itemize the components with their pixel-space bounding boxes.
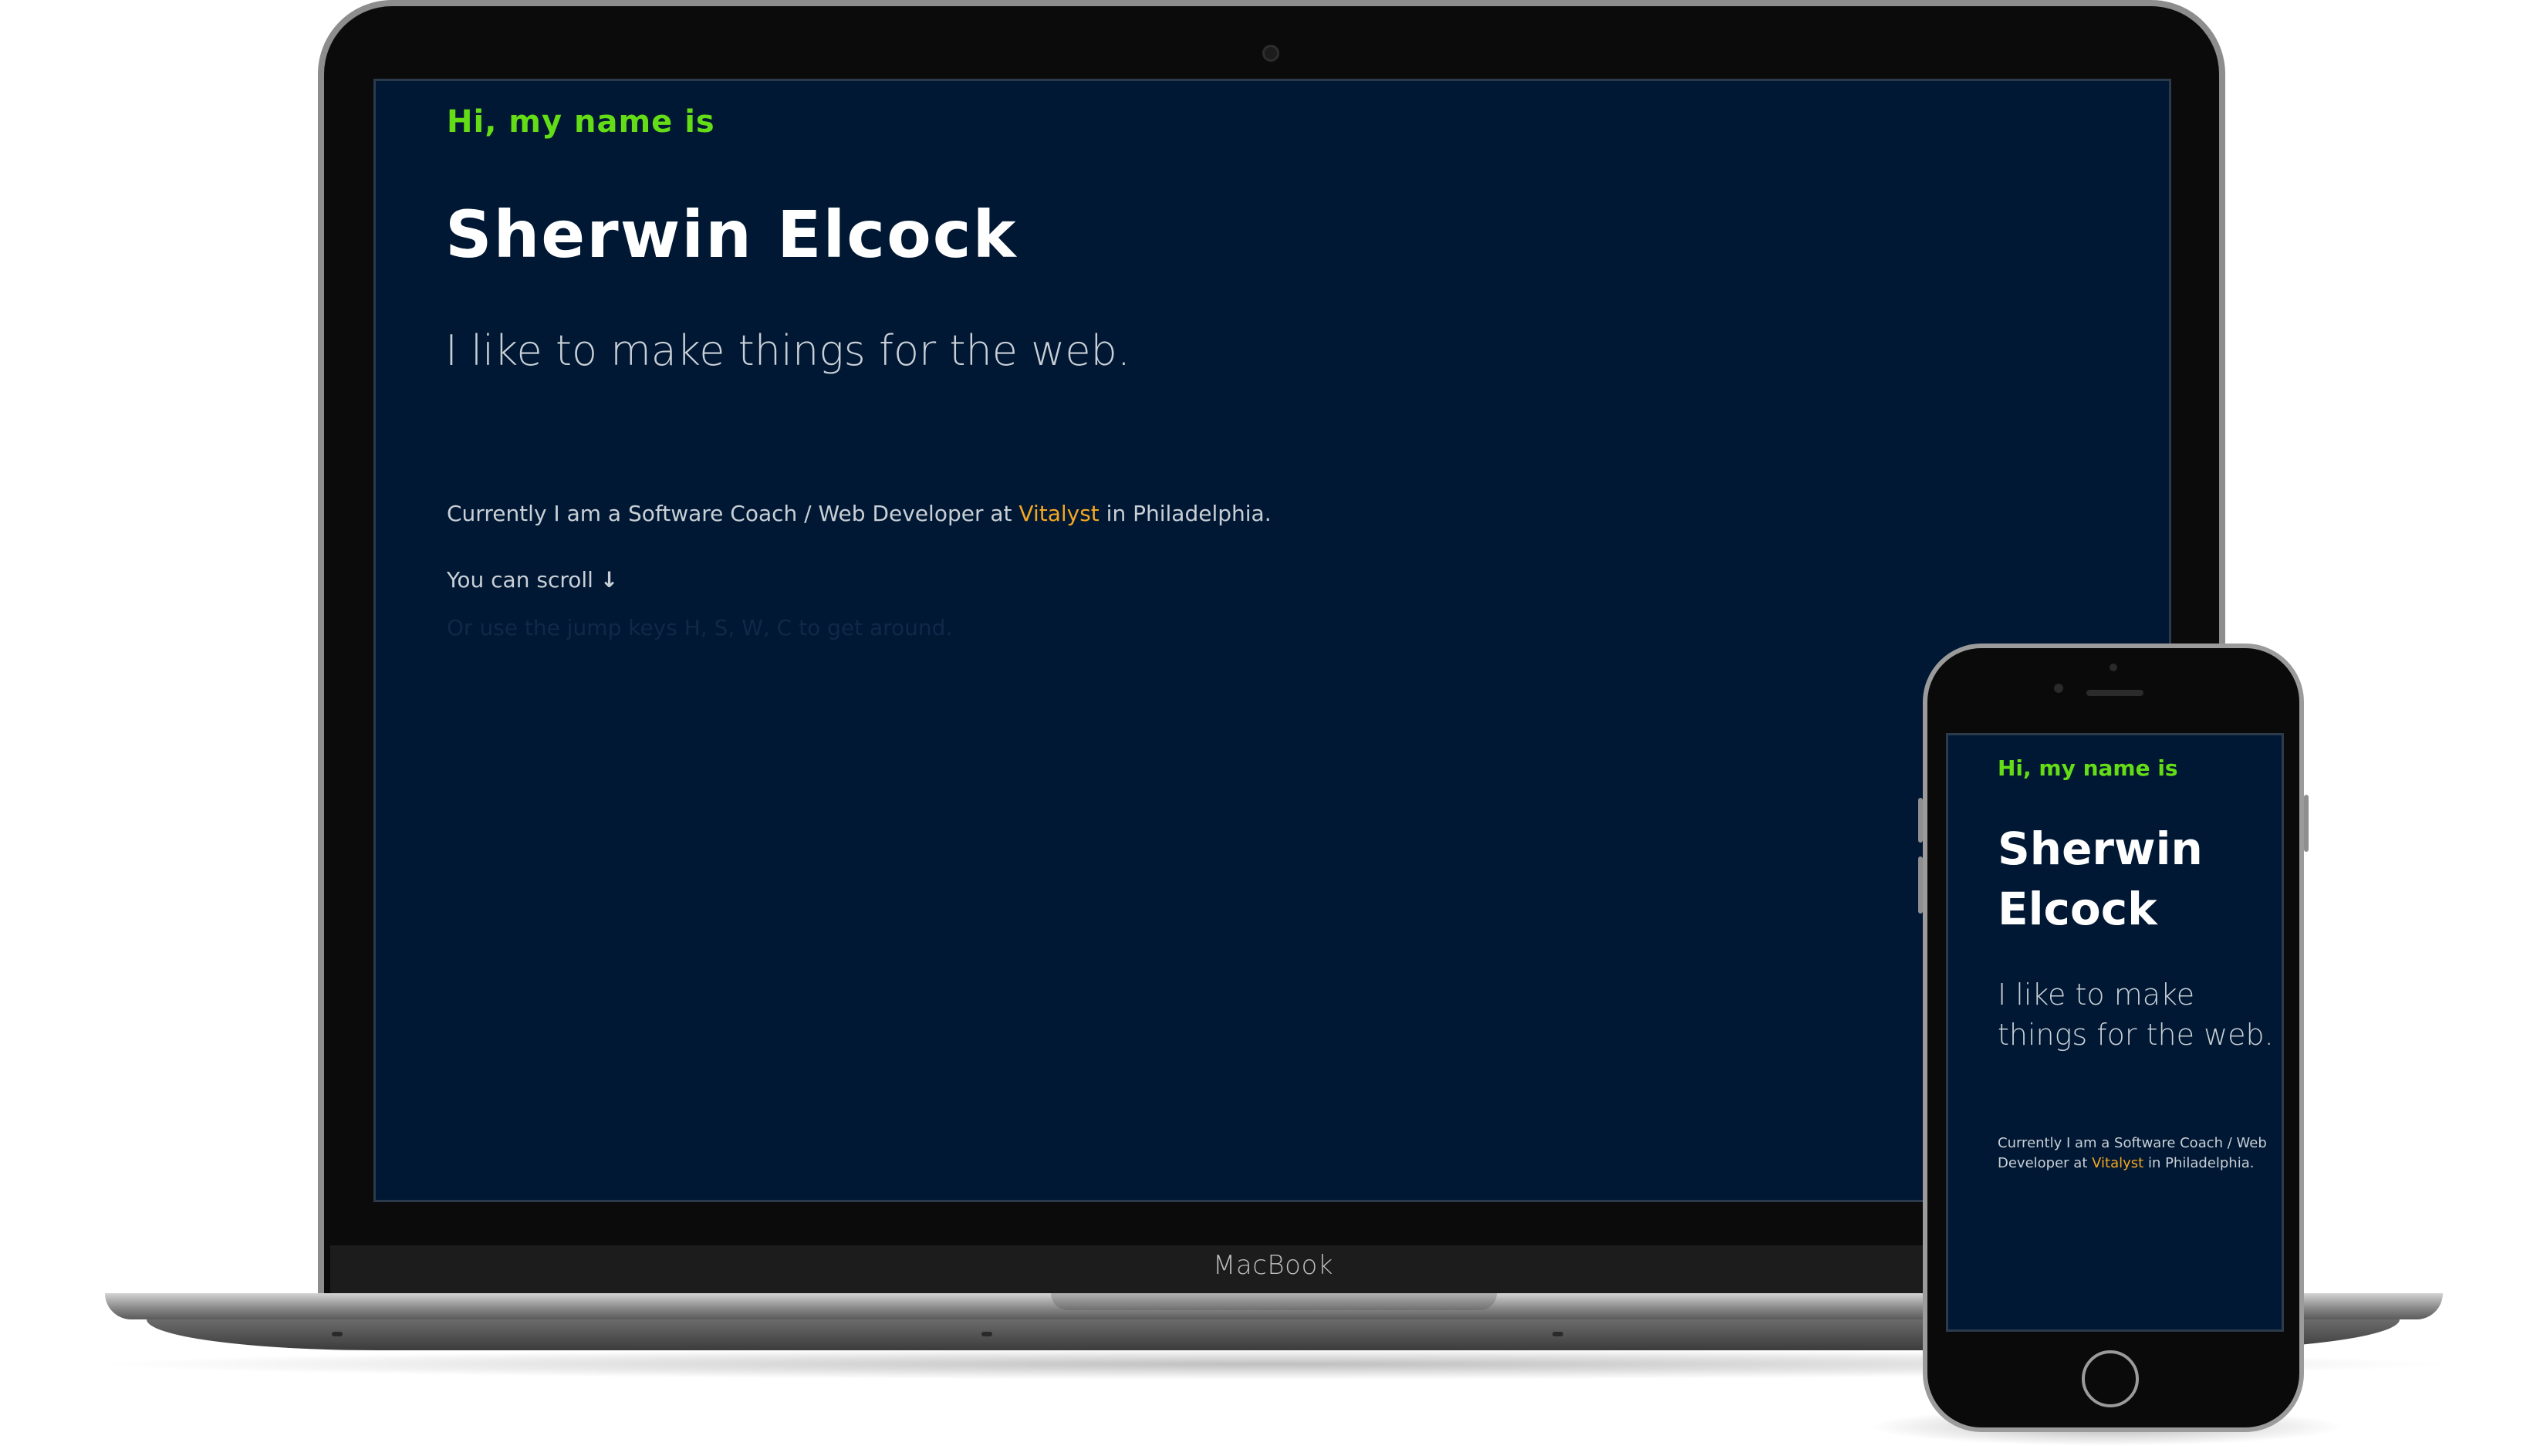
jump-keys-hint: Or use the jump keys H, S, W, C to get a… xyxy=(447,615,953,640)
laptop-screen: Hi, my name is Sherwin Elcock I like to … xyxy=(373,79,2171,1202)
laptop-foot xyxy=(1552,1332,1563,1336)
phone-speaker xyxy=(2086,690,2143,696)
phone-power-button xyxy=(2304,795,2309,852)
tagline: I like to make things for the web. xyxy=(445,326,1130,375)
hero-name: Sherwin Elcock xyxy=(1998,823,2203,935)
intro-text-after: in Philadelphia. xyxy=(1099,501,1272,526)
phone-volume-button xyxy=(1918,856,1923,914)
laptop-brand-label: MacBook xyxy=(1213,1250,1333,1281)
company-link[interactable]: Vitalyst xyxy=(1018,501,1099,526)
laptop-foot xyxy=(332,1332,343,1336)
phone-screen: Hi, my name is Sherwin Elcock I like to … xyxy=(1946,733,2284,1332)
phone-volume-button xyxy=(1918,798,1923,843)
intro-text-before: Currently I am a Software Coach / Web De… xyxy=(447,501,1019,526)
intro-text-after: in Philadelphia. xyxy=(2143,1155,2255,1171)
scroll-hint: You can scroll ↓ xyxy=(447,567,618,593)
laptop-hinge-notch xyxy=(1051,1293,1497,1310)
greeting: Hi, my name is xyxy=(447,104,715,140)
company-link[interactable]: Vitalyst xyxy=(2092,1155,2143,1171)
scroll-hint-text: You can scroll xyxy=(447,567,593,593)
hero-name: Sherwin Elcock xyxy=(445,197,1018,272)
arrow-down-icon: ↓ xyxy=(600,567,619,593)
phone-camera xyxy=(2054,684,2063,693)
intro-paragraph: Currently I am a Software Coach / Web De… xyxy=(447,501,1272,526)
tagline: I like to make things for the web. xyxy=(1998,978,2274,1052)
laptop-camera xyxy=(1262,45,1279,62)
greeting: Hi, my name is xyxy=(1998,755,2178,781)
laptop-foot xyxy=(981,1332,992,1336)
phone-sensor xyxy=(2110,664,2117,671)
phone-home-button[interactable] xyxy=(2082,1350,2139,1407)
intro-paragraph: Currently I am a Software Coach / Web De… xyxy=(1998,1133,2282,1174)
